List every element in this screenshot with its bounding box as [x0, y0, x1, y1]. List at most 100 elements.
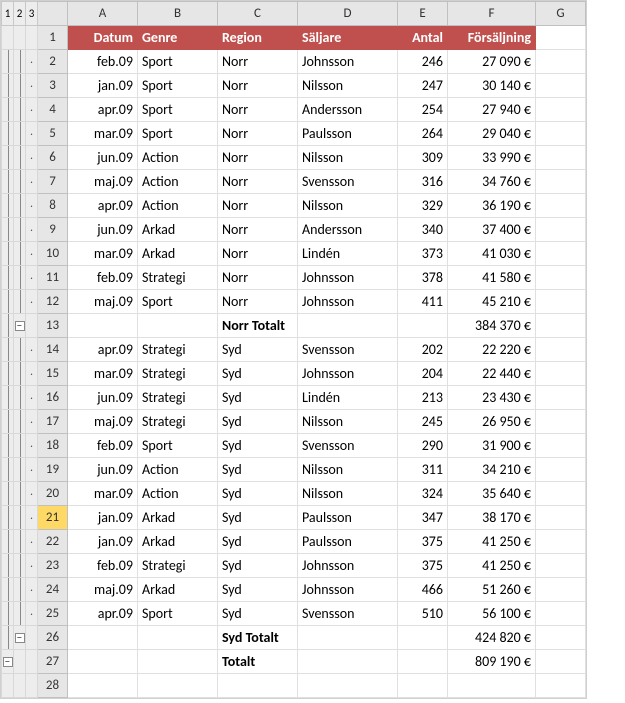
cell-genre[interactable]: Sport	[138, 434, 218, 458]
cell-region[interactable]: Syd	[218, 338, 298, 362]
collapse-group-icon[interactable]: −	[15, 633, 25, 643]
cell[interactable]	[298, 650, 398, 674]
header-sales[interactable]: Försäljning	[448, 26, 536, 50]
cell-region[interactable]: Syd	[218, 386, 298, 410]
cell-sales[interactable]: 38 170 €	[448, 506, 536, 530]
cell[interactable]	[536, 386, 586, 410]
cell-qty[interactable]: 254	[398, 98, 448, 122]
cell[interactable]	[536, 458, 586, 482]
cell-seller[interactable]: Johnsson	[298, 362, 398, 386]
subtotal-label[interactable]: Syd Totalt	[218, 626, 298, 650]
row-header-19[interactable]: 19	[38, 458, 68, 482]
row-header-16[interactable]: 16	[38, 386, 68, 410]
cell[interactable]	[536, 314, 586, 338]
cell-sales[interactable]: 56 100 €	[448, 602, 536, 626]
cell-qty[interactable]: 246	[398, 50, 448, 74]
subtotal-sales[interactable]: 424 820 €	[448, 626, 536, 650]
cell[interactable]	[448, 674, 536, 698]
cell-region[interactable]: Syd	[218, 530, 298, 554]
collapse-all-icon[interactable]: −	[3, 657, 13, 667]
cell-seller[interactable]: Svensson	[298, 170, 398, 194]
cell[interactable]	[536, 194, 586, 218]
cell[interactable]	[536, 578, 586, 602]
cell-genre[interactable]: Action	[138, 194, 218, 218]
cell-genre[interactable]: Action	[138, 170, 218, 194]
cell-seller[interactable]: Paulsson	[298, 122, 398, 146]
cell-date[interactable]: jun.09	[68, 458, 138, 482]
cell-date[interactable]: jun.09	[68, 146, 138, 170]
subtotal-sales[interactable]: 809 190 €	[448, 650, 536, 674]
cell-date[interactable]: maj.09	[68, 410, 138, 434]
cell-date[interactable]: maj.09	[68, 290, 138, 314]
cell-sales[interactable]: 35 640 €	[448, 482, 536, 506]
row-header-14[interactable]: 14	[38, 338, 68, 362]
cell-qty[interactable]: 466	[398, 578, 448, 602]
cell-sales[interactable]: 22 440 €	[448, 362, 536, 386]
subtotal-label[interactable]: Totalt	[218, 650, 298, 674]
cell[interactable]	[68, 674, 138, 698]
cell-qty[interactable]: 375	[398, 530, 448, 554]
cell[interactable]	[536, 170, 586, 194]
row-header-8[interactable]: 8	[38, 194, 68, 218]
cell[interactable]	[536, 242, 586, 266]
cell-qty[interactable]: 264	[398, 122, 448, 146]
cell-qty[interactable]: 378	[398, 266, 448, 290]
cell-genre[interactable]: Sport	[138, 50, 218, 74]
cell-genre[interactable]: Arkad	[138, 530, 218, 554]
cell[interactable]	[536, 434, 586, 458]
cell[interactable]	[536, 530, 586, 554]
cell-genre[interactable]: Strategi	[138, 266, 218, 290]
cell-seller[interactable]: Nilsson	[298, 482, 398, 506]
row-header-25[interactable]: 25	[38, 602, 68, 626]
cell[interactable]	[138, 626, 218, 650]
cell-seller[interactable]: Nilsson	[298, 194, 398, 218]
cell[interactable]	[536, 410, 586, 434]
cell-date[interactable]: feb.09	[68, 554, 138, 578]
select-all-corner[interactable]	[38, 2, 68, 26]
col-header-E[interactable]: E	[398, 2, 448, 26]
cell-qty[interactable]: 329	[398, 194, 448, 218]
cell-qty[interactable]: 411	[398, 290, 448, 314]
cell[interactable]	[536, 626, 586, 650]
cell-sales[interactable]: 27 090 €	[448, 50, 536, 74]
cell-sales[interactable]: 22 220 €	[448, 338, 536, 362]
cell[interactable]	[298, 626, 398, 650]
cell-date[interactable]: maj.09	[68, 170, 138, 194]
cell-date[interactable]: mar.09	[68, 362, 138, 386]
header-genre[interactable]: Genre	[138, 26, 218, 50]
cell-qty[interactable]: 309	[398, 146, 448, 170]
cell[interactable]	[536, 218, 586, 242]
cell-genre[interactable]: Sport	[138, 74, 218, 98]
cell[interactable]	[398, 314, 448, 338]
cell-seller[interactable]: Johnsson	[298, 50, 398, 74]
row-header-15[interactable]: 15	[38, 362, 68, 386]
cell-date[interactable]: jun.09	[68, 218, 138, 242]
row-header-13[interactable]: 13	[38, 314, 68, 338]
cell-qty[interactable]: 316	[398, 170, 448, 194]
cell-date[interactable]: apr.09	[68, 194, 138, 218]
cell[interactable]	[536, 482, 586, 506]
cell-seller[interactable]: Johnsson	[298, 266, 398, 290]
col-header-B[interactable]: B	[138, 2, 218, 26]
outline-level-3[interactable]: 3	[26, 2, 38, 26]
cell-genre[interactable]: Sport	[138, 290, 218, 314]
cell[interactable]	[536, 362, 586, 386]
cell-genre[interactable]: Sport	[138, 98, 218, 122]
row-header-9[interactable]: 9	[38, 218, 68, 242]
cell-region[interactable]: Norr	[218, 74, 298, 98]
cell-region[interactable]: Syd	[218, 410, 298, 434]
row-header-1[interactable]: 1	[38, 26, 68, 50]
col-header-F[interactable]: F	[448, 2, 536, 26]
cell-sales[interactable]: 34 760 €	[448, 170, 536, 194]
cell[interactable]	[536, 650, 586, 674]
cell-genre[interactable]: Arkad	[138, 506, 218, 530]
cell-date[interactable]: feb.09	[68, 266, 138, 290]
cell-seller[interactable]: Lindén	[298, 386, 398, 410]
row-header-5[interactable]: 5	[38, 122, 68, 146]
cell-region[interactable]: Syd	[218, 554, 298, 578]
cell-genre[interactable]: Action	[138, 146, 218, 170]
cell-region[interactable]: Norr	[218, 242, 298, 266]
cell-region[interactable]: Norr	[218, 122, 298, 146]
cell-date[interactable]: apr.09	[68, 98, 138, 122]
row-header-6[interactable]: 6	[38, 146, 68, 170]
